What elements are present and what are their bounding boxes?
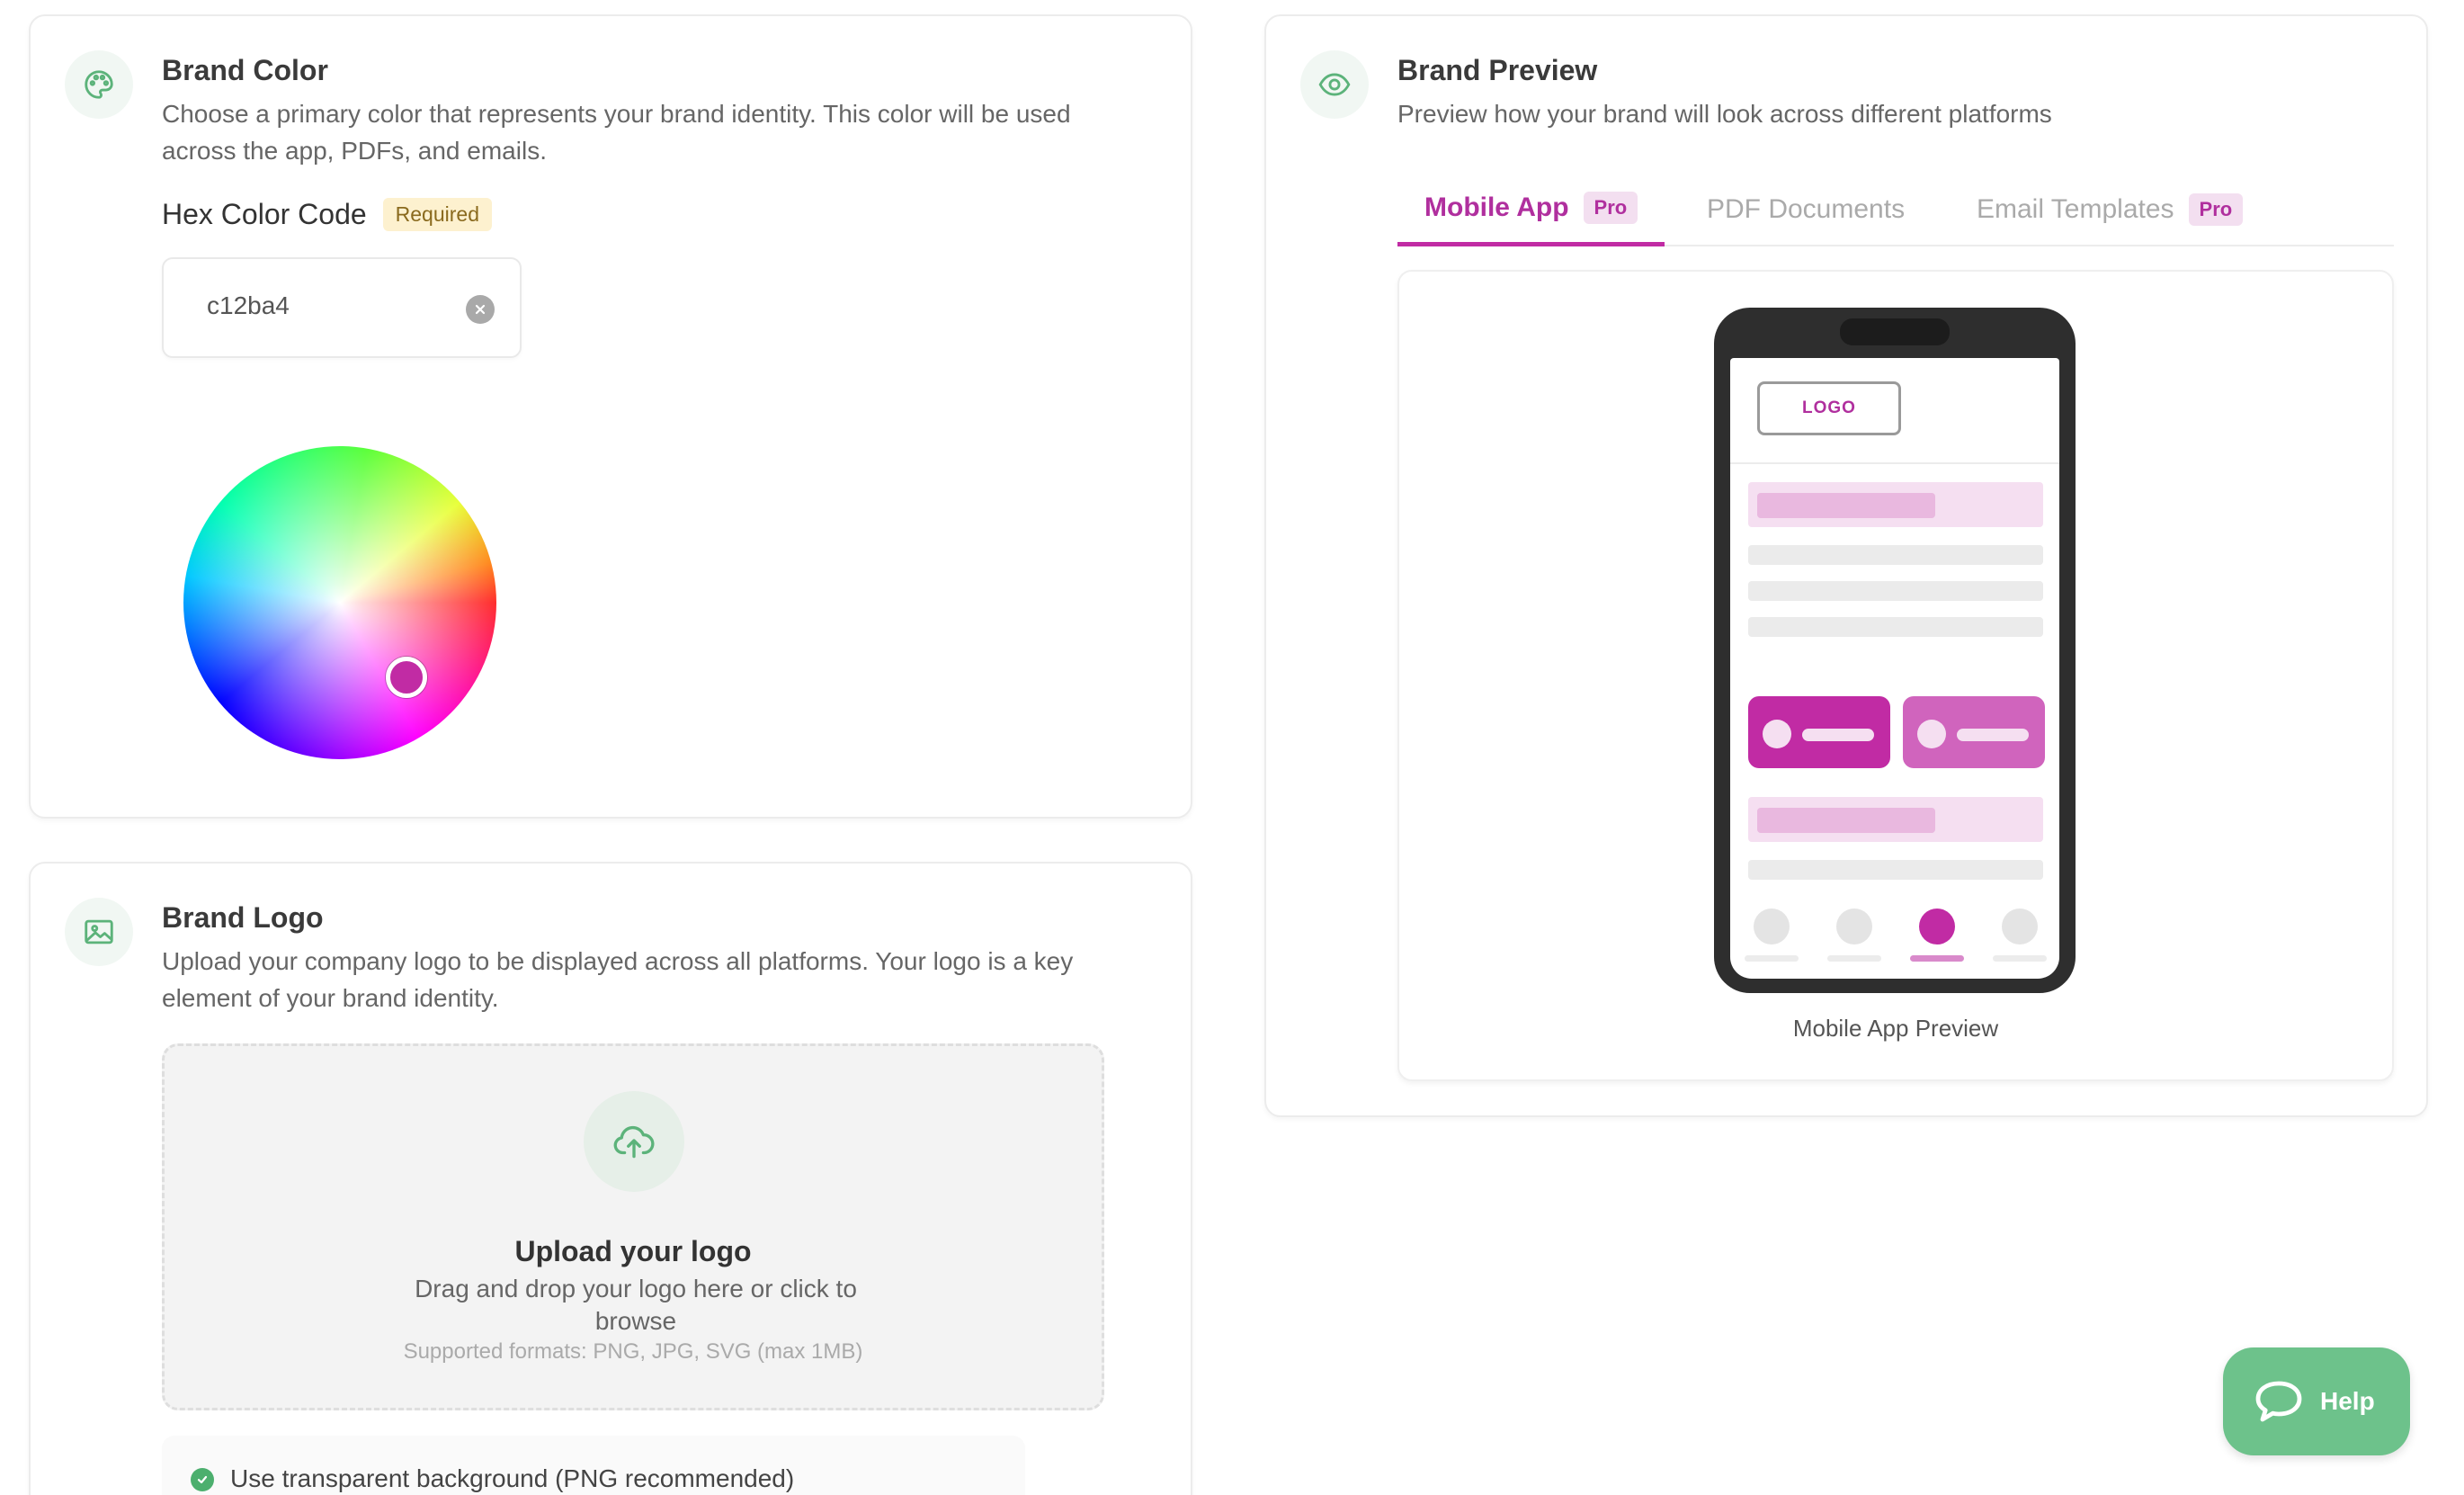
brand-color-card: Brand Color Choose a primary color that … [29, 14, 1192, 819]
pro-badge: Pro [1583, 191, 1638, 224]
phone-screen: LOGO [1730, 358, 2059, 979]
tab-mobile-app[interactable]: Mobile App Pro [1397, 173, 1665, 246]
required-badge: Required [382, 198, 492, 231]
brand-logo-title: Brand Logo [162, 901, 324, 934]
color-wheel-handle[interactable] [385, 656, 427, 698]
phone-notch [1840, 318, 1950, 345]
phone-mockup: LOGO [1714, 308, 2076, 993]
button-dot [1917, 720, 1946, 748]
cloud-upload-icon [584, 1091, 684, 1192]
hex-color-label-row: Hex Color Code Required [162, 198, 492, 231]
logo-dropzone[interactable]: Upload your logo Drag and drop your logo… [162, 1043, 1104, 1410]
brand-logo-card: Brand Logo Upload your company logo to b… [29, 862, 1192, 1495]
brand-preview-description: Preview how your brand will look across … [1397, 100, 2052, 128]
upload-description: Drag and drop your logo here or click to… [415, 1275, 857, 1335]
tab-pdf-documents-label: PDF Documents [1707, 194, 1906, 224]
upload-title: Upload your logo [514, 1235, 752, 1267]
content-line [1748, 617, 2043, 637]
tab-pdf-documents[interactable]: PDF Documents [1707, 173, 1905, 246]
image-icon [65, 898, 133, 966]
tab-email-templates[interactable]: Email Templates Pro [1977, 173, 2244, 246]
button-line [1957, 729, 2029, 741]
screen-divider [1730, 462, 2059, 464]
help-label: Help [2320, 1387, 2375, 1415]
brand-preview-card: Brand Preview Preview how your brand wil… [1264, 14, 2428, 1117]
pro-badge: Pro [2188, 193, 2244, 226]
transparent-background-label: Use transparent background (PNG recommen… [230, 1464, 795, 1492]
phone-logo-placeholder: LOGO [1757, 381, 1901, 435]
preview-tabs: Mobile App Pro PDF Documents Email Templ… [1397, 173, 2394, 246]
chat-bubble-icon [2255, 1381, 2302, 1422]
tab-email-templates-label: Email Templates [1977, 194, 2174, 224]
content-line [1748, 581, 2043, 601]
tab-mobile-app-label: Mobile App [1424, 192, 1569, 222]
hex-color-value[interactable]: c12ba4 [207, 291, 290, 320]
brand-color-title: Brand Color [162, 54, 328, 86]
content-line [1748, 545, 2043, 565]
button-line [1802, 729, 1874, 741]
upload-formats: Supported formats: PNG, JPG, SVG (max 1M… [403, 1339, 863, 1364]
palette-icon [65, 50, 133, 119]
clear-icon[interactable] [466, 295, 495, 324]
brand-color-description: Choose a primary color that represents y… [162, 100, 1071, 165]
preview-caption: Mobile App Preview [1792, 1015, 1999, 1042]
help-button[interactable]: Help [2223, 1347, 2410, 1455]
transparent-background-option[interactable]: Use transparent background (PNG recommen… [162, 1436, 1025, 1495]
check-circle-icon[interactable] [191, 1468, 214, 1491]
preview-secondary-button [1903, 696, 2045, 768]
mobile-preview-panel: LOGO Mobile App Preview [1397, 270, 2394, 1081]
hex-color-label: Hex Color Code [162, 198, 367, 230]
eye-icon [1300, 50, 1369, 119]
color-wheel[interactable] [183, 446, 496, 759]
button-dot [1763, 720, 1791, 748]
preview-primary-button [1748, 696, 1890, 768]
brand-logo-description: Upload your company logo to be displayed… [162, 947, 1074, 1012]
content-highlight-bar [1757, 808, 1935, 833]
brand-preview-title: Brand Preview [1397, 54, 1598, 86]
content-line [1748, 860, 2043, 880]
hex-color-input[interactable]: c12ba4 [162, 257, 522, 358]
content-highlight-bar [1757, 493, 1935, 518]
